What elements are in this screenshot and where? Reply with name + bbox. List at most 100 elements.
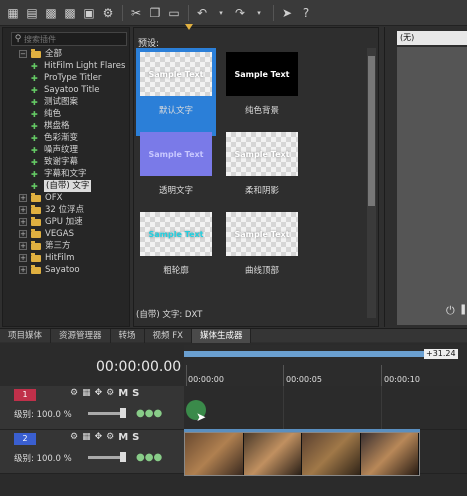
preset-item[interactable]: Sample Text 纯色背景 [222, 48, 302, 136]
panel-tab[interactable]: 项目媒体 [0, 329, 52, 343]
track-header-1[interactable]: 1 ⚙ ▦ ✥ ⚙ M S 级别: 100.0 % ●●● [0, 386, 184, 430]
track-header-2[interactable]: 2 ⚙ ▦ ✥ ⚙ M S 级别: 100.0 % ●●● [0, 430, 184, 474]
plugin-icon: ✚ [31, 133, 38, 143]
fx-icon[interactable]: ⚙ [70, 432, 78, 443]
plugin-search-input[interactable] [24, 34, 124, 44]
compositing-icon[interactable]: ▦ [82, 432, 91, 443]
tree-item[interactable]: + Sayatoo [19, 264, 80, 276]
preset-item[interactable]: Sample Text 默认文字 [136, 48, 216, 136]
grid-line [381, 386, 382, 429]
preset-item[interactable]: Sample Text 透明文字 [136, 128, 216, 216]
toolbar-divider [273, 4, 274, 21]
collapse-icon[interactable]: − [19, 50, 27, 58]
save-icon[interactable]: ▩ [42, 4, 60, 22]
compositing-icon[interactable]: ▦ [82, 388, 91, 399]
solo-button[interactable]: S [132, 432, 139, 443]
save-as-icon[interactable]: ▩ [61, 4, 79, 22]
tree-item[interactable]: + OFX [19, 192, 62, 204]
track-area-1[interactable] [184, 386, 467, 430]
tree-item[interactable]: ✚ 噪声纹理 [31, 144, 78, 156]
open-icon[interactable]: ▤ [23, 4, 41, 22]
tree-item[interactable]: + HitFilm [19, 252, 74, 264]
ruler-tick [186, 365, 187, 387]
snap-icon[interactable]: ➤ [278, 4, 296, 22]
expand-icon[interactable]: + [19, 266, 27, 274]
power-icon[interactable]: ⏻ [446, 304, 455, 318]
preview-select[interactable]: (无) [397, 31, 467, 45]
panel-tab[interactable]: 媒体生成器 [191, 329, 252, 343]
tree-item[interactable]: + 第三方 [19, 240, 71, 252]
tree-item-label: 32 位浮点 [45, 205, 85, 215]
undo-icon[interactable]: ↶ [193, 4, 211, 22]
panel-tab[interactable]: 转场 [111, 329, 145, 343]
paste-icon[interactable]: ▭ [165, 4, 183, 22]
redo-icon[interactable]: ↷ [231, 4, 249, 22]
loop-region-bar[interactable] [184, 351, 424, 357]
expand-icon[interactable]: + [19, 194, 27, 202]
tree-item[interactable]: ✚ 色彩渐变 [31, 132, 78, 144]
solo-button[interactable]: S [132, 388, 139, 399]
motion-icon[interactable]: ✥ [95, 432, 103, 443]
preset-scrollbar[interactable] [367, 48, 376, 318]
tree-item[interactable]: ✚ 测试图案 [31, 96, 78, 108]
tree-item[interactable]: ✚ 纯色 [31, 108, 61, 120]
plugin-search-box[interactable]: ⚲ [11, 32, 127, 46]
video-clip[interactable] [184, 432, 420, 476]
tree-item-label: ProType Titler [44, 73, 102, 83]
properties-icon[interactable]: ⚙ [99, 4, 117, 22]
link-icon[interactable]: ●●● [136, 408, 162, 419]
copy-icon[interactable]: ❐ [146, 4, 164, 22]
expand-icon[interactable]: + [19, 254, 27, 262]
mute-button[interactable]: M [118, 432, 128, 443]
render-icon[interactable]: ▣ [80, 4, 98, 22]
plugin-icon: ✚ [31, 85, 38, 95]
redo-dropdown-icon[interactable]: ▾ [250, 4, 268, 22]
tree-item[interactable]: ✚ ProType Titler [31, 72, 101, 84]
tree-item[interactable]: ✚ 致谢字幕 [31, 156, 78, 168]
ruler-tick [381, 365, 382, 387]
fx-icon[interactable]: ⚙ [70, 388, 78, 399]
settings-icon[interactable]: ⚙ [106, 388, 114, 399]
panel-tab[interactable]: 视频 FX [145, 329, 192, 343]
plugin-tree-panel: ⚲ − 全部 ✚ HitFilm Light Flares ✚ ProType Title… [2, 27, 130, 327]
preset-item[interactable]: Sample Text 粗轮廓 [136, 208, 216, 296]
preset-item[interactable]: Sample Text 柔和阴影 [222, 128, 302, 216]
tree-item[interactable]: + GPU 加速 [19, 216, 83, 228]
tree-item[interactable]: ✚ (自带) 文字 [31, 180, 92, 192]
link-icon[interactable]: ●●● [136, 452, 162, 463]
clip-frame [360, 433, 419, 475]
motion-icon[interactable]: ✥ [95, 388, 103, 399]
pause-icon[interactable]: ❚❚ [459, 304, 467, 315]
tree-item[interactable]: ✚ 棋盘格 [31, 120, 70, 132]
plugin-icon: ✚ [31, 121, 38, 131]
panel-tab[interactable]: 资源管理器 [51, 329, 111, 343]
expand-icon[interactable]: + [19, 230, 27, 238]
new-icon[interactable]: ▦ [4, 4, 22, 22]
preset-label: 默认文字 [158, 106, 193, 116]
expand-icon[interactable]: + [19, 242, 27, 250]
tree-item[interactable]: +32 位浮点 [19, 204, 84, 216]
tree-item[interactable]: ✚ 字幕和文字 [31, 168, 87, 180]
tree-item[interactable]: ✚ Sayatoo Title [31, 84, 100, 96]
folder-icon [31, 264, 41, 274]
playhead-marker[interactable] [185, 24, 193, 30]
tree-item-label: 色彩渐变 [44, 133, 79, 143]
tree-item[interactable]: − 全部 [19, 48, 62, 60]
loop-region-length: +31.24 [424, 349, 458, 359]
scrollbar-thumb[interactable] [368, 56, 375, 206]
help-icon[interactable]: ? [297, 4, 315, 22]
cut-icon[interactable]: ✂ [127, 4, 145, 22]
mute-button[interactable]: M [118, 388, 128, 399]
expand-icon[interactable]: + [19, 206, 27, 214]
settings-icon[interactable]: ⚙ [106, 432, 114, 443]
clip-frame [185, 433, 244, 475]
expand-icon[interactable]: + [19, 218, 27, 226]
undo-dropdown-icon[interactable]: ▾ [212, 4, 230, 22]
tree-item[interactable]: ✚ HitFilm Light Flares [31, 60, 125, 72]
preset-item[interactable]: Sample Text 曲线顶部 [222, 208, 302, 296]
level-slider-knob[interactable] [120, 452, 126, 462]
level-slider-knob[interactable] [120, 408, 126, 418]
tree-item[interactable]: + VEGAS [19, 228, 74, 240]
folder-icon [31, 228, 41, 238]
timeline-ruler[interactable]: +31.24 00:00:00 00:00:05 00:00:10 [184, 345, 467, 387]
